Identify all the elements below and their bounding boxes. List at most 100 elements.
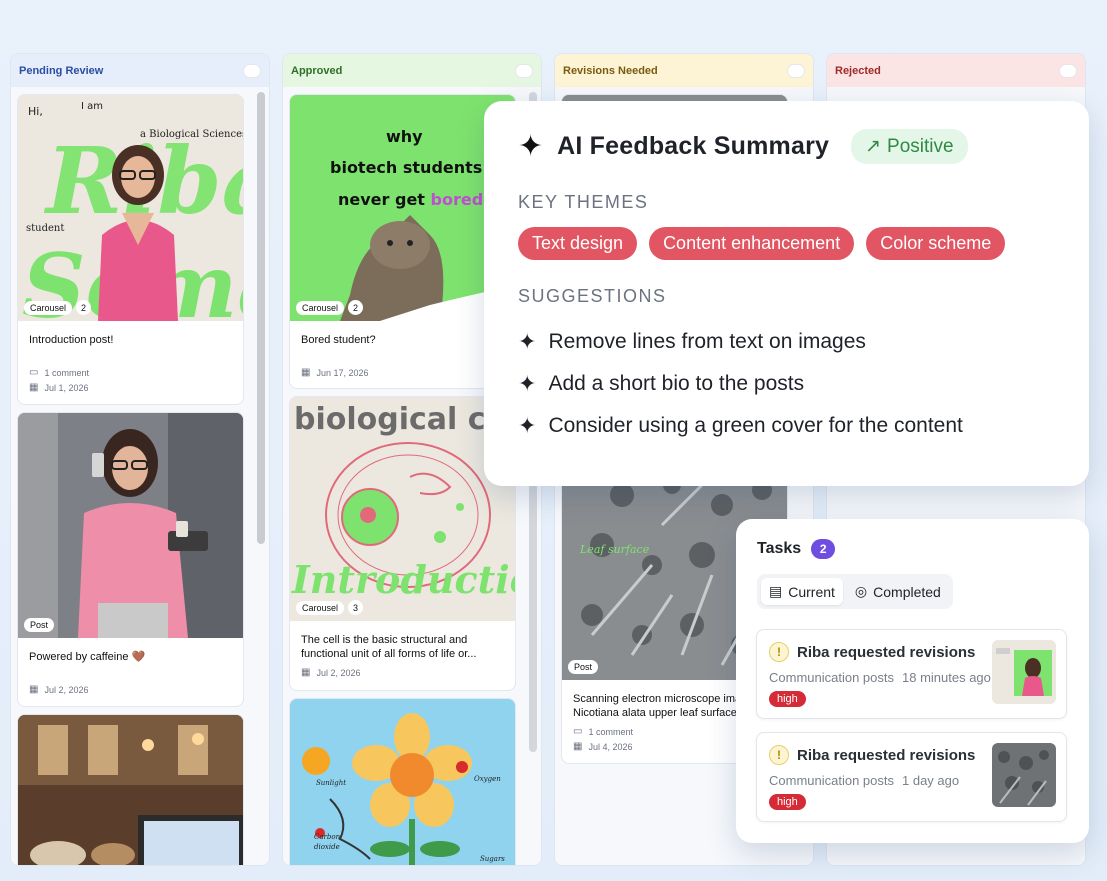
card-date: Jul 2, 2026 (316, 667, 361, 678)
card-type: Carousel (296, 300, 345, 315)
task-channel: Communication posts (769, 670, 894, 685)
svg-text:biotech students: biotech students (330, 158, 482, 177)
column-toggle[interactable] (787, 63, 805, 78)
theme-pill[interactable]: Color scheme (866, 227, 1006, 260)
selfie-photo-image (18, 413, 243, 638)
card-badge: Carousel 2 (24, 300, 92, 315)
tasks-title: Tasks (757, 540, 802, 557)
cell-diagram-image: biological ce Introduction (290, 397, 515, 621)
sparkle-icon: ✦ (518, 329, 537, 354)
card-type: Post (568, 660, 599, 674)
suggestion-item: ✦ Consider using a green cover for the c… (518, 413, 963, 438)
task-title: Riba requested revisions (797, 746, 976, 764)
photosynthesis-flower-image: Sunlight Oxygen Carbon dioxide Sugars (290, 699, 515, 865)
theme-pill[interactable]: Text design (518, 227, 638, 260)
task-thumbnail (992, 743, 1056, 807)
card-thumbnail: why biotech students never get bored Car… (290, 95, 515, 321)
card-title: Bored student? (301, 334, 376, 346)
column-toggle[interactable] (243, 63, 261, 78)
suggestion-item: ✦ Remove lines from text on images (518, 329, 866, 354)
card-title: Powered by caffeine 🤎 (29, 651, 146, 663)
task-time: 1 day ago (902, 773, 960, 788)
column-title: Revisions Needed (563, 64, 658, 77)
svg-text:Hi,: Hi, (28, 105, 43, 118)
card-badge: Post (568, 660, 599, 674)
svg-text:never get bored: never get bored (338, 190, 483, 209)
svg-text:Oxygen: Oxygen (474, 775, 501, 783)
tasks-count-badge: 2 (811, 539, 836, 559)
themes-list: Text design Content enhancement Color sc… (518, 227, 1055, 260)
svg-text:why: why (386, 127, 423, 146)
sentiment-badge: ↗ Positive (851, 129, 968, 164)
content-card[interactable] (17, 714, 244, 865)
task-item[interactable]: ! Riba requested revisions Communication… (756, 629, 1067, 719)
card-slide-count: 3 (348, 600, 364, 615)
card-type: Post (24, 618, 55, 632)
calendar-icon: ▦ (301, 667, 311, 678)
card-date: Jul 4, 2026 (588, 741, 633, 752)
suggestions-label: SUGGESTIONS (518, 286, 667, 306)
card-title: Introduction post! (29, 334, 114, 346)
riba-portrait-image: Riba Soma Hi, I am a Biological Sciences… (18, 95, 243, 321)
card-badge: Carousel 2 (296, 300, 364, 315)
task-time: 18 minutes ago (902, 670, 991, 685)
svg-text:Sugars: Sugars (480, 855, 505, 863)
priority-badge: high (769, 691, 806, 707)
content-card[interactable]: why biotech students never get bored Car… (289, 94, 516, 389)
themes-label: KEY THEMES (518, 192, 649, 212)
theme-pill[interactable]: Content enhancement (649, 227, 855, 260)
ai-feedback-title: AI Feedback Summary (557, 132, 830, 160)
column-title: Approved (291, 64, 343, 77)
sparkle-icon: ✦ (518, 371, 537, 396)
task-item[interactable]: ! Riba requested revisions Communication… (756, 732, 1067, 822)
card-comments: 1 comment (44, 367, 89, 378)
calendar-icon: ▦ (301, 367, 311, 378)
card-thumbnail (18, 715, 243, 865)
clipboard-icon: ▤ (769, 583, 783, 599)
suggestions-list: ✦ Remove lines from text on images ✦ Add… (518, 321, 1055, 447)
column-toggle[interactable] (515, 63, 533, 78)
tasks-panel: Tasks 2 ▤ Current ◎ Completed ! Riba req… (736, 519, 1089, 843)
cafe-laptop-image (18, 715, 243, 865)
column-toggle[interactable] (1059, 63, 1077, 78)
card-type: Carousel (296, 600, 345, 615)
svg-text:Leaf surface: Leaf surface (579, 543, 650, 556)
card-thumbnail: Sunlight Oxygen Carbon dioxide Sugars (290, 699, 515, 865)
card-date: Jul 1, 2026 (44, 382, 89, 393)
content-card[interactable]: Sunlight Oxygen Carbon dioxide Sugars (289, 698, 516, 865)
card-title: The cell is the basic structural and fun… (301, 634, 477, 660)
card-thumbnail: biological ce Introduction Carousel 3 (290, 397, 515, 621)
card-comments: 1 comment (588, 726, 633, 737)
svg-text:a Biological Sciences: a Biological Sciences (140, 129, 243, 140)
task-title: Riba requested revisions (797, 643, 976, 661)
trend-up-icon: ↗ (865, 136, 882, 157)
scrollbar[interactable] (257, 92, 265, 544)
card-thumbnail: Post (18, 413, 243, 638)
content-card[interactable]: Riba Soma Hi, I am a Biological Sciences… (17, 94, 244, 405)
ai-feedback-panel: ✦ AI Feedback Summary ↗ Positive KEY THE… (484, 101, 1089, 486)
svg-text:I am: I am (81, 101, 103, 112)
bored-cat-image: why biotech students never get bored (290, 95, 515, 321)
calendar-icon: ▦ (29, 684, 39, 695)
tab-current[interactable]: ▤ Current (761, 578, 843, 605)
warning-icon: ! (769, 642, 789, 662)
column-title: Rejected (835, 64, 881, 77)
content-card[interactable]: biological ce Introduction Carousel 3 Th… (289, 396, 516, 691)
card-slide-count: 2 (348, 300, 364, 315)
tab-completed[interactable]: ◎ Completed (847, 578, 949, 605)
priority-badge: high (769, 794, 806, 810)
svg-text:student: student (26, 223, 64, 234)
task-thumbnail (992, 640, 1056, 704)
card-badge: Carousel 3 (296, 600, 364, 615)
content-card[interactable]: Post Powered by caffeine 🤎 ▦ Jul 2, 2026 (17, 412, 244, 707)
comment-icon: ▭ (573, 726, 583, 737)
card-type: Carousel (24, 300, 73, 315)
suggestion-item: ✦ Add a short bio to the posts (518, 371, 805, 396)
task-channel: Communication posts (769, 773, 894, 788)
sparkle-icon: ✦ (518, 130, 544, 163)
column-pending-review: Pending Review Riba Soma Hi, I am a Biol… (10, 53, 270, 866)
svg-text:Carbon: Carbon (314, 833, 341, 841)
card-date: Jun 17, 2026 (316, 367, 369, 378)
tasks-tabs: ▤ Current ◎ Completed (757, 574, 953, 609)
card-date: Jul 2, 2026 (44, 684, 89, 695)
